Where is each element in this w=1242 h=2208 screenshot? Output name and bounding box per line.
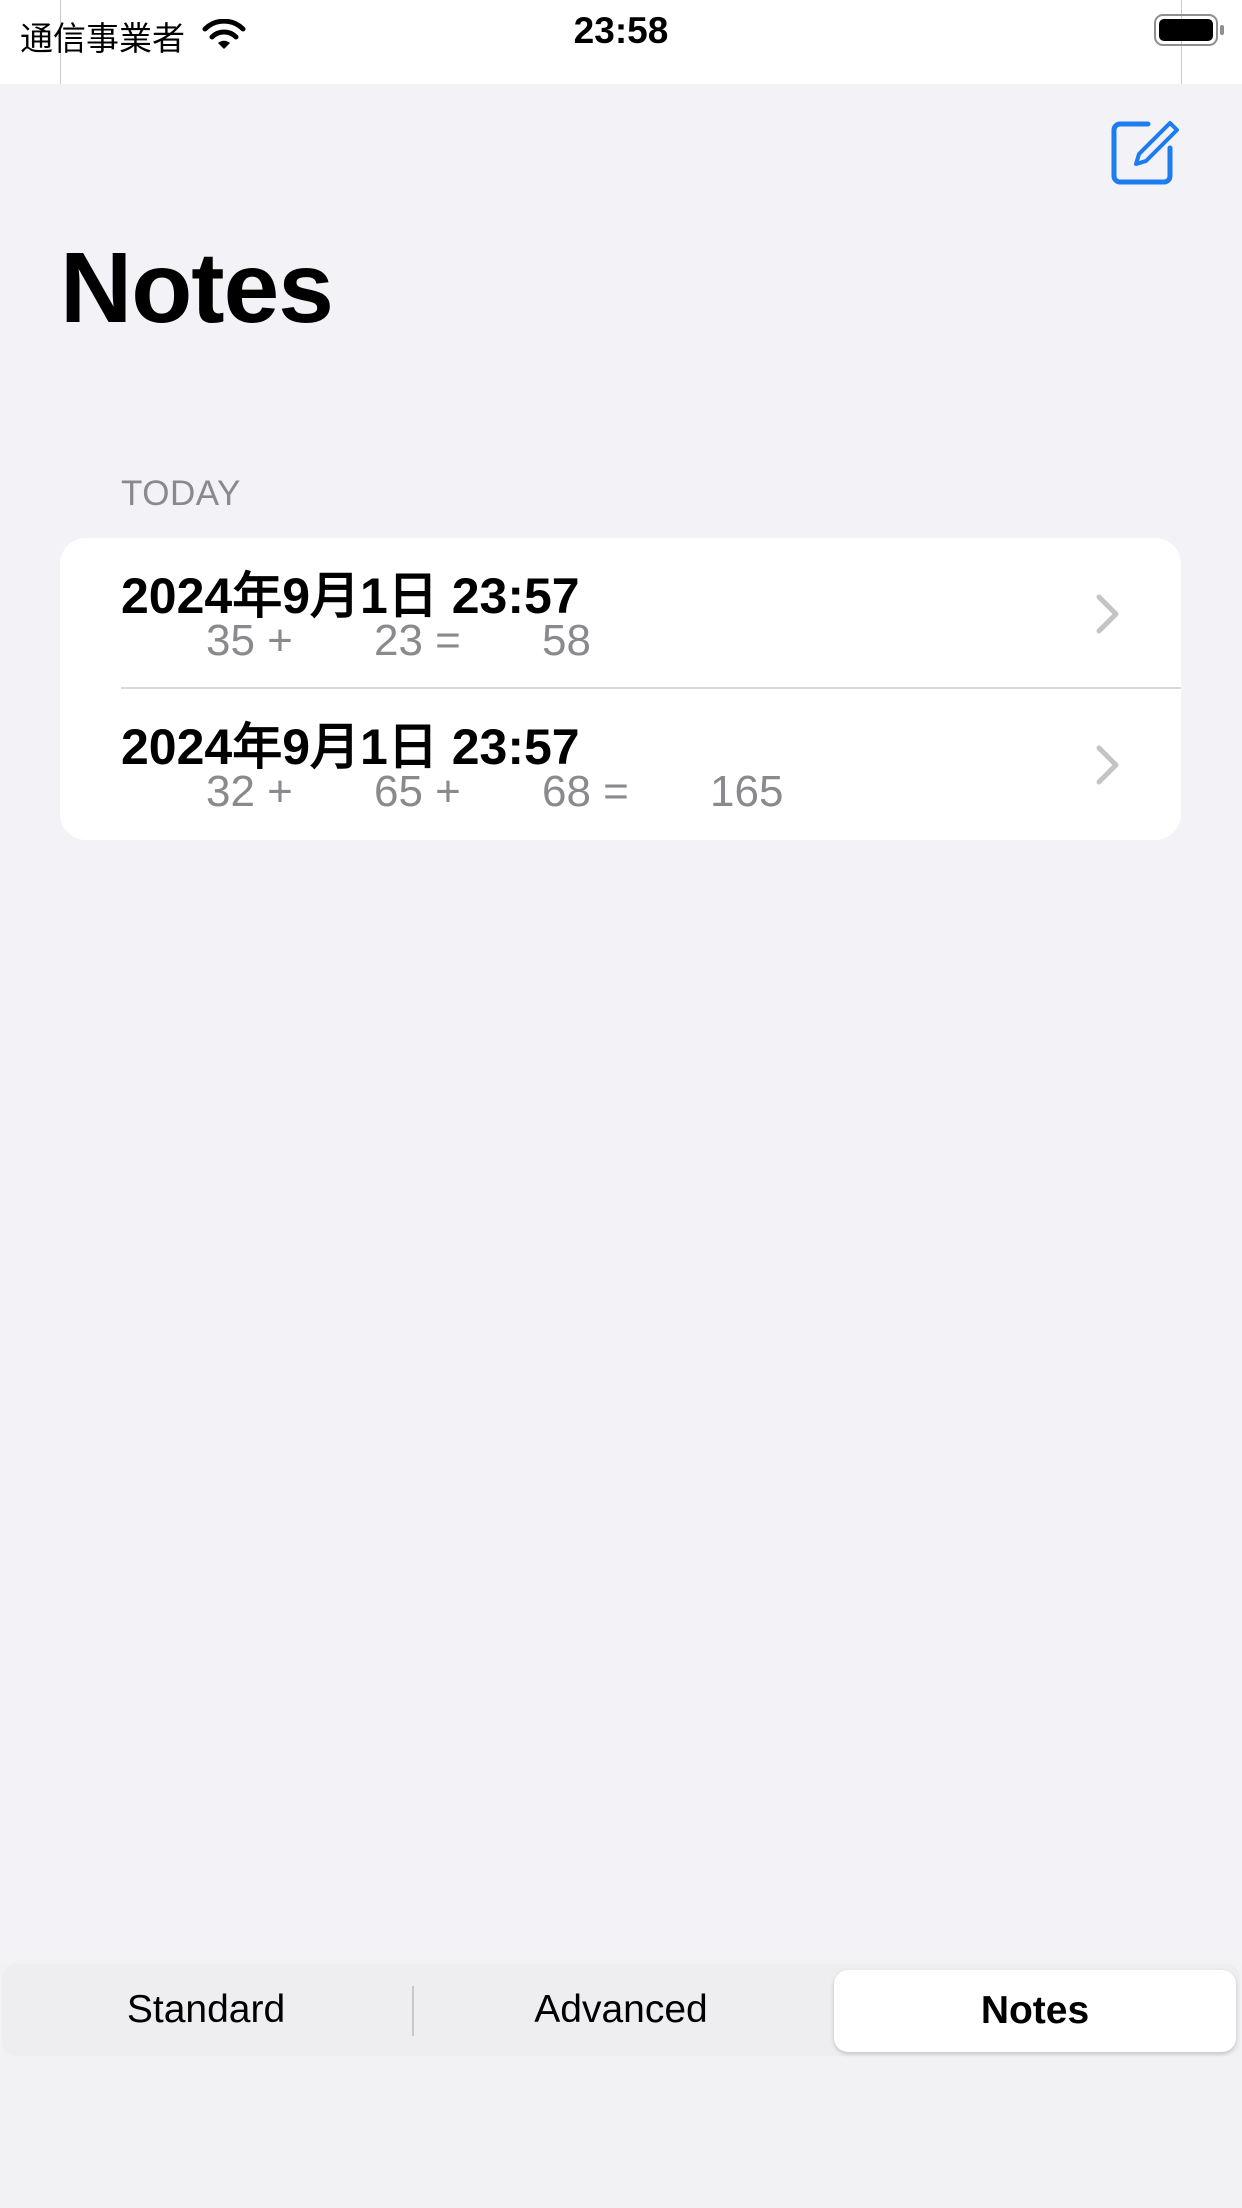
note-calculation: 35 + 23 = 58 [206,616,591,666]
note-result: 58 [542,616,591,665]
page-title: Notes [60,232,334,344]
note-operand: 65 + [374,767,461,816]
battery-icon [1154,14,1224,46]
note-operand: 23 = [374,616,461,665]
chevron-right-icon [1096,745,1119,785]
note-calculation: 32 + 65 + 68 = 165 [206,767,783,817]
note-operand: 68 = [542,767,629,816]
chevron-right-icon [1096,594,1119,634]
notes-list: 2024年9月1日 23:57 35 +23 = 58 2024年9月1日 23:… [60,538,1181,840]
status-bar: 通信事業者 23:58 [0,0,1242,84]
note-row[interactable]: 2024年9月1日 23:57 32 +65 +68 = 165 [60,689,1181,840]
note-operand: 32 + [206,767,293,816]
compose-icon [1111,121,1179,185]
compose-button[interactable] [1108,116,1180,188]
segment-notes[interactable]: Notes [834,1970,1236,2052]
section-header: TODAY [121,474,241,513]
segment-standard[interactable]: Standard [2,1964,410,2056]
note-operand: 35 + [206,616,293,665]
note-result: 165 [710,767,784,816]
segment-advanced[interactable]: Advanced [414,1964,828,2056]
status-time: 23:58 [573,10,669,51]
mode-segmented-control: Standard Advanced Notes [2,1964,1240,2056]
note-row[interactable]: 2024年9月1日 23:57 35 +23 = 58 [60,538,1181,689]
